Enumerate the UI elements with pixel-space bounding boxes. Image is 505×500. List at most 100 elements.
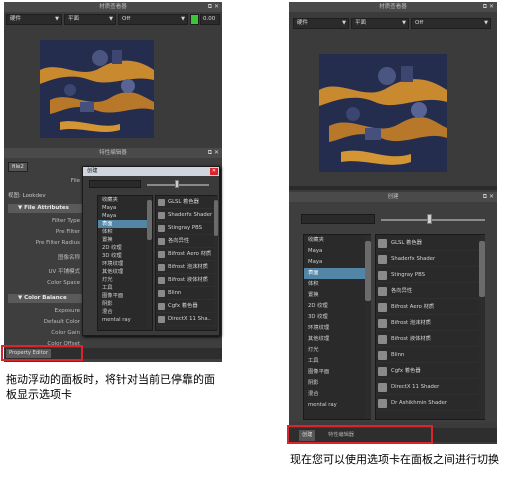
category-item[interactable]: 混合	[98, 308, 152, 316]
category-item[interactable]: 图像平面	[98, 292, 152, 300]
close-icon[interactable]: ✕	[210, 168, 218, 175]
shader-item[interactable]: Bifrost 液体材质	[156, 274, 216, 287]
render-mode-dropdown[interactable]: 硬件 ▼	[293, 18, 349, 29]
category-item[interactable]: Maya	[98, 204, 152, 212]
shader-item[interactable]: Bifrost 泡沫材质	[156, 261, 216, 274]
attr-label: Pre Filter	[55, 229, 80, 235]
panel-divider[interactable]	[289, 186, 497, 190]
shader-item[interactable]: Bifrost Aero 材质	[156, 248, 216, 261]
category-item[interactable]: 置换	[304, 290, 370, 301]
shader-label: Bifrost 液体材质	[168, 277, 208, 283]
shader-scrollbar[interactable]	[479, 235, 485, 419]
float-icon[interactable]: ⧉ ✕	[483, 2, 494, 12]
create-category-list[interactable]: 收藏夹 Maya Maya 表面 体积 置换 2D 纹理 3D 纹理 环境纹理 …	[303, 234, 371, 420]
category-item[interactable]: 置换	[98, 236, 152, 244]
render-mode-dropdown[interactable]: 硬件 ▼	[6, 14, 62, 25]
shader-item[interactable]: Cgfx 着色器	[156, 300, 216, 313]
scrollbar-thumb[interactable]	[479, 241, 485, 297]
shader-item[interactable]: 各向异性	[156, 235, 216, 248]
category-item[interactable]: 图像平面	[304, 367, 370, 378]
shader-item[interactable]: GLSL 着色器	[156, 196, 216, 209]
category-item[interactable]: 体积	[304, 279, 370, 290]
category-item[interactable]: 环境纹理	[304, 323, 370, 334]
category-item[interactable]: 2D 纹理	[304, 301, 370, 312]
scrollbar-thumb[interactable]	[365, 241, 371, 301]
shader-swatch-icon	[158, 251, 165, 258]
float-icon[interactable]: ⧉ ✕	[208, 2, 219, 12]
exposure-field[interactable]: 0.00	[200, 14, 220, 25]
create-search-field[interactable]	[89, 180, 141, 188]
category-scrollbar[interactable]	[365, 235, 371, 419]
category-item[interactable]: mental ray	[304, 400, 370, 411]
category-item[interactable]: 收藏夹	[98, 196, 152, 204]
category-scrollbar[interactable]	[147, 196, 152, 330]
exposure-icon[interactable]	[190, 14, 199, 25]
environment-value: Off	[415, 20, 424, 26]
create-titlebar[interactable]: 创建 ✕	[83, 167, 219, 176]
category-item[interactable]: 工具	[98, 284, 152, 292]
dropdown-arrow-icon: ▼	[342, 20, 346, 26]
shader-label: Bifrost 液体材质	[391, 336, 431, 342]
scrollbar-thumb[interactable]	[214, 200, 218, 236]
section-file-attributes[interactable]: ▼ File Attributes	[8, 204, 82, 213]
shader-item[interactable]: Bifrost 泡沫材质	[376, 315, 484, 331]
shader-item[interactable]: Blinn	[376, 347, 484, 363]
node-tab-file2[interactable]: file2	[8, 162, 28, 172]
category-item[interactable]: 表面	[304, 268, 370, 279]
category-item[interactable]: 2D 纹理	[98, 244, 152, 252]
category-item[interactable]: 阴影	[98, 300, 152, 308]
shader-item[interactable]: GLSL 着色器	[376, 235, 484, 251]
category-item[interactable]: 阴影	[304, 378, 370, 389]
shader-item[interactable]: DirectX 11 Shader	[376, 379, 484, 395]
shader-item[interactable]: Dr Ashikhmin Shader	[376, 395, 484, 411]
environment-dropdown[interactable]: Off ▼	[118, 14, 188, 25]
category-item[interactable]: 表面	[98, 220, 152, 228]
category-item[interactable]: 收藏夹	[304, 235, 370, 246]
shader-item[interactable]: Bifrost Aero 材质	[376, 299, 484, 315]
shader-item[interactable]: Shaderfx Shader	[156, 209, 216, 222]
shader-scrollbar[interactable]	[214, 196, 218, 330]
category-item[interactable]: Maya	[304, 257, 370, 268]
shader-item[interactable]: Blinn	[156, 287, 216, 300]
category-item[interactable]: 3D 纹理	[98, 252, 152, 260]
category-item[interactable]: 其他纹理	[98, 268, 152, 276]
category-item[interactable]: Maya	[304, 246, 370, 257]
category-item[interactable]: 混合	[304, 389, 370, 400]
shader-item[interactable]: 各向异性	[376, 283, 484, 299]
create-shader-list[interactable]: GLSL 着色器 Shaderfx Shader Stingray PBS 各向…	[375, 234, 485, 420]
shader-swatch-icon	[158, 290, 165, 297]
floating-create-panel[interactable]: 创建 ✕ 收藏夹 Maya Maya 表面 体积 置换 2D 纹理 3D 纹理 …	[82, 166, 220, 336]
shader-swatch-icon	[378, 399, 387, 408]
shader-item[interactable]: Shaderfx Shader	[376, 251, 484, 267]
shader-item[interactable]: Bifrost 液体材质	[376, 331, 484, 347]
icon-size-slider-knob[interactable]	[175, 180, 179, 188]
category-item[interactable]: 其他纹理	[304, 334, 370, 345]
geometry-dropdown[interactable]: 平面 ▼	[64, 14, 116, 25]
category-item[interactable]: 环境纹理	[98, 260, 152, 268]
exposure-value: 0.00	[203, 16, 216, 22]
section-color-balance-label: Color Balance	[24, 295, 67, 301]
category-item[interactable]: 灯光	[98, 276, 152, 284]
geometry-dropdown[interactable]: 平面 ▼	[351, 18, 409, 29]
create-search-field[interactable]	[301, 214, 375, 224]
shader-item[interactable]: Stingray PBS	[376, 267, 484, 283]
category-item[interactable]: Maya	[98, 212, 152, 220]
section-color-balance[interactable]: ▼ Color Balance	[8, 294, 82, 303]
category-item[interactable]: 工具	[304, 356, 370, 367]
icon-size-slider-knob[interactable]	[427, 214, 432, 224]
shader-swatch-icon	[158, 316, 165, 323]
category-item[interactable]: 体积	[98, 228, 152, 236]
float-icon[interactable]: ⧉ ✕	[208, 148, 219, 158]
category-item[interactable]: 3D 纹理	[304, 312, 370, 323]
create-category-list[interactable]: 收藏夹 Maya Maya 表面 体积 置换 2D 纹理 3D 纹理 环境纹理 …	[97, 195, 153, 331]
float-icon[interactable]: ⧉ ✕	[483, 192, 494, 202]
shader-item[interactable]: Stingray PBS	[156, 222, 216, 235]
icon-size-slider-track[interactable]	[381, 219, 485, 221]
shader-item[interactable]: DirectX 11 Sha..	[156, 313, 216, 326]
environment-dropdown[interactable]: Off ▼	[411, 18, 491, 29]
shader-item[interactable]: Cgfx 着色器	[376, 363, 484, 379]
category-item[interactable]: 灯光	[304, 345, 370, 356]
category-item[interactable]: mental ray	[98, 316, 152, 324]
scrollbar-thumb[interactable]	[147, 200, 152, 240]
create-shader-list[interactable]: GLSL 着色器 Shaderfx Shader Stingray PBS 各向…	[155, 195, 217, 331]
